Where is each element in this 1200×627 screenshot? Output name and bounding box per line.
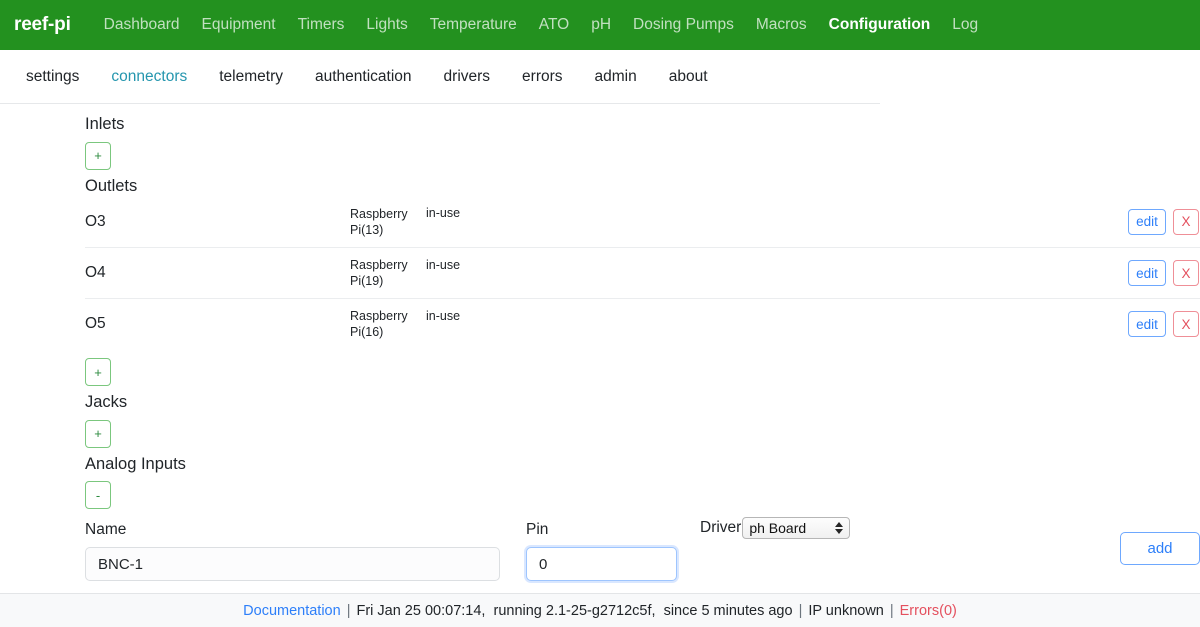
configuration-subnav: settings connectors telemetry authentica… [0,50,1200,104]
pin-input[interactable] [526,547,677,581]
nav-item-ato[interactable]: ATO [528,16,580,34]
ip-address-text: IP unknown [808,602,884,619]
nav-item-dashboard[interactable]: Dashboard [93,16,191,34]
errors-link[interactable]: Errors(0) [900,603,957,619]
connectors-panel: Inlets + Outlets O3 Raspberry Pi(13) in-… [0,104,1200,581]
nav-item-lights[interactable]: Lights [355,16,418,34]
status-footer: Documentation | Fri Jan 25 00:07:14, run… [0,593,1200,627]
nav-item-dosing-pumps[interactable]: Dosing Pumps [622,16,745,34]
nav-item-temperature[interactable]: Temperature [419,16,528,34]
tab-drivers[interactable]: drivers [428,68,507,86]
main-navbar: reef-pi Dashboard Equipment Timers Light… [0,0,1200,50]
primary-nav: Dashboard Equipment Timers Lights Temper… [93,16,989,34]
documentation-link[interactable]: Documentation [243,603,341,619]
delete-outlet-button[interactable]: X [1173,208,1199,235]
tab-errors[interactable]: errors [506,68,578,86]
edit-outlet-button[interactable]: edit [1128,311,1166,337]
edit-outlet-button[interactable]: edit [1128,208,1166,235]
row-actions: edit X [1128,311,1200,337]
outlet-driver: Raspberry Pi(13) [350,206,408,237]
delete-outlet-button[interactable]: X [1173,311,1199,337]
tab-authentication[interactable]: authentication [299,68,428,86]
outlet-status: in-use [426,206,461,220]
outlet-status: in-use [426,309,461,323]
nav-item-log[interactable]: Log [941,16,989,34]
nav-item-equipment[interactable]: Equipment [191,16,287,34]
system-status-text: Fri Jan 25 00:07:14, running 2.1-25-g271… [356,602,793,619]
nav-item-macros[interactable]: Macros [745,16,818,34]
driver-label: Driver [700,519,742,536]
table-row: O4 Raspberry Pi(19) in-use edit X [85,247,1200,298]
form-inputs-row: add [85,531,1200,581]
outlet-name: O5 [85,315,106,332]
outlet-driver: Raspberry Pi(16) [350,309,408,339]
outlets-list: O3 Raspberry Pi(13) in-use edit X O4 Ras… [85,196,1200,349]
outlet-status: in-use [426,258,461,272]
add-jack-button[interactable]: + [85,419,111,448]
nav-item-ph[interactable]: pH [580,16,622,34]
add-analog-input-button[interactable]: add [1120,531,1200,565]
analog-inputs-heading: Analog Inputs [85,454,186,473]
tab-about[interactable]: about [653,68,724,86]
collapse-analog-inputs-button[interactable]: - [85,481,111,509]
driver-label-group: Driver ph Board [700,517,851,539]
analog-input-form: Name Pin Driver ph Board add [85,515,1200,581]
table-row: O3 Raspberry Pi(13) in-use edit X [85,196,1200,247]
app-logo[interactable]: reef-pi [14,14,71,36]
row-actions: edit X [1128,208,1200,235]
footer-separator: | [346,602,351,619]
outlet-name: O4 [85,264,106,281]
name-label: Name [85,521,127,538]
form-labels-row: Name Pin Driver ph Board [85,515,1200,539]
edit-outlet-button[interactable]: edit [1128,260,1166,286]
footer-separator: | [798,602,803,619]
outlets-heading: Outlets [85,176,138,195]
nav-item-configuration[interactable]: Configuration [818,16,942,34]
tab-admin[interactable]: admin [579,68,653,86]
tab-settings[interactable]: settings [10,68,95,86]
inlets-heading: Inlets [85,115,125,133]
tab-connectors[interactable]: connectors [95,68,203,86]
driver-select[interactable]: ph Board [742,517,851,539]
table-row: O5 Raspberry Pi(16) in-use edit X [85,298,1200,349]
jacks-heading: Jacks [85,393,128,411]
footer-separator: | [889,602,894,619]
outlet-name: O3 [85,212,106,230]
pin-label: Pin [526,521,549,538]
delete-outlet-button[interactable]: X [1173,260,1199,286]
add-outlet-button[interactable]: + [85,358,111,386]
row-actions: edit X [1128,260,1200,286]
add-inlet-button[interactable]: + [85,141,111,170]
name-input[interactable] [85,547,500,581]
driver-select-wrap: ph Board [742,517,851,539]
outlet-driver: Raspberry Pi(19) [350,258,408,288]
nav-item-timers[interactable]: Timers [287,16,356,34]
tab-telemetry[interactable]: telemetry [203,68,299,86]
